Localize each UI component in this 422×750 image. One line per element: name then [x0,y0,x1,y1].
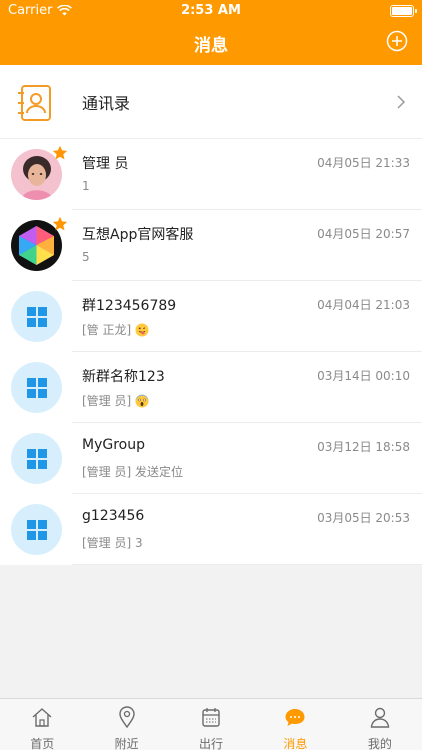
group-grid-icon [26,448,47,469]
conversation-row[interactable]: 管理 员 1 04月05日 21:33 [0,139,422,210]
page-title: 消息 [194,36,228,56]
preview-text: [管理 员] [82,394,132,408]
conversation-preview: [管理 员] 发送定位 [82,463,183,480]
conversation-preview: [管理 员] [82,392,149,409]
calendar-icon [202,708,220,727]
preview-text: 5 [82,250,90,264]
row-divider [72,564,422,565]
battery-icon [390,5,417,17]
conversation-preview: 1 [82,179,90,193]
tab-label: 消息 [283,737,308,750]
tab-label: 出行 [199,737,224,750]
conversation-name: 新群名称123 [82,369,165,385]
status-time: 2:53 AM [181,3,241,18]
conversation-preview: [管 正龙] [82,321,149,338]
tab-bar: 首页 附近 出行 消息 我的 [0,698,422,750]
group-avatar [11,504,62,555]
tab-messages[interactable]: 消息 [253,699,337,750]
group-avatar [11,362,62,413]
conversation-datetime: 04月04日 21:03 [317,298,410,312]
chevron-right-icon [397,95,406,109]
group-grid-icon [26,377,47,398]
home-icon [32,708,52,727]
conversation-name: 互想App官网客服 [82,227,194,243]
conversation-row[interactable]: 群123456789 [管 正龙] 04月04日 21:03 [0,281,422,352]
preview-text: 1 [82,179,90,193]
preview-text: [管理 员] 3 [82,536,143,550]
conversation-row[interactable]: 互想App官网客服 5 04月05日 20:57 [0,210,422,281]
add-circle-icon[interactable] [386,30,408,52]
star-badge-icon [52,145,68,160]
tongue-out-emoji-icon [135,323,149,336]
star-badge-icon [52,216,68,231]
group-avatar [11,291,62,342]
location-pin-icon [118,706,135,728]
tab-label: 我的 [367,737,392,750]
conversation-name: 群123456789 [82,298,177,314]
tab-nearby[interactable]: 附近 [84,699,168,750]
conversation-datetime: 04月05日 21:33 [317,156,410,170]
group-grid-icon [26,306,47,327]
preview-text: [管理 员] 发送定位 [82,465,183,479]
conversation-datetime: 03月05日 20:53 [317,511,410,525]
tab-mine[interactable]: 我的 [338,699,422,750]
conversation-datetime: 04月05日 20:57 [317,227,410,241]
conversation-datetime: 03月14日 00:10 [317,369,410,383]
person-icon [370,707,390,728]
group-avatar [11,433,62,484]
nav-header: Carrier 2:53 AM 消息 [0,0,422,65]
conversation-row[interactable]: 新群名称123 [管理 员] 03月14日 00:10 [0,352,422,423]
status-bar: Carrier 2:53 AM [0,0,422,22]
conversation-name: 管理 员 [82,156,129,172]
conversation-row[interactable]: g123456 [管理 员] 3 03月05日 20:53 [0,494,422,565]
chat-bubble-icon [285,709,305,726]
conversation-preview: [管理 员] 3 [82,534,143,551]
tab-label: 首页 [30,737,55,750]
contacts-entry[interactable]: 通讯录 [0,65,422,139]
conversation-row[interactable]: MyGroup [管理 员] 发送定位 03月12日 18:58 [0,423,422,494]
conversation-name: MyGroup [82,437,145,453]
conversation-name: g123456 [82,508,145,524]
contacts-label: 通讯录 [82,94,131,113]
preview-text: [管 正龙] [82,323,132,337]
tab-home[interactable]: 首页 [0,699,84,750]
conversation-preview: 5 [82,250,90,264]
address-book-icon [18,85,51,121]
scream-emoji-icon [135,394,149,407]
group-grid-icon [26,519,47,540]
tab-travel[interactable]: 出行 [169,699,253,750]
tab-label: 附近 [114,737,139,750]
conversation-datetime: 03月12日 18:58 [317,440,410,454]
conversation-list: 通讯录 管理 员 1 04月05日 21:33 互想App官网客服 5 04月0… [0,65,422,565]
